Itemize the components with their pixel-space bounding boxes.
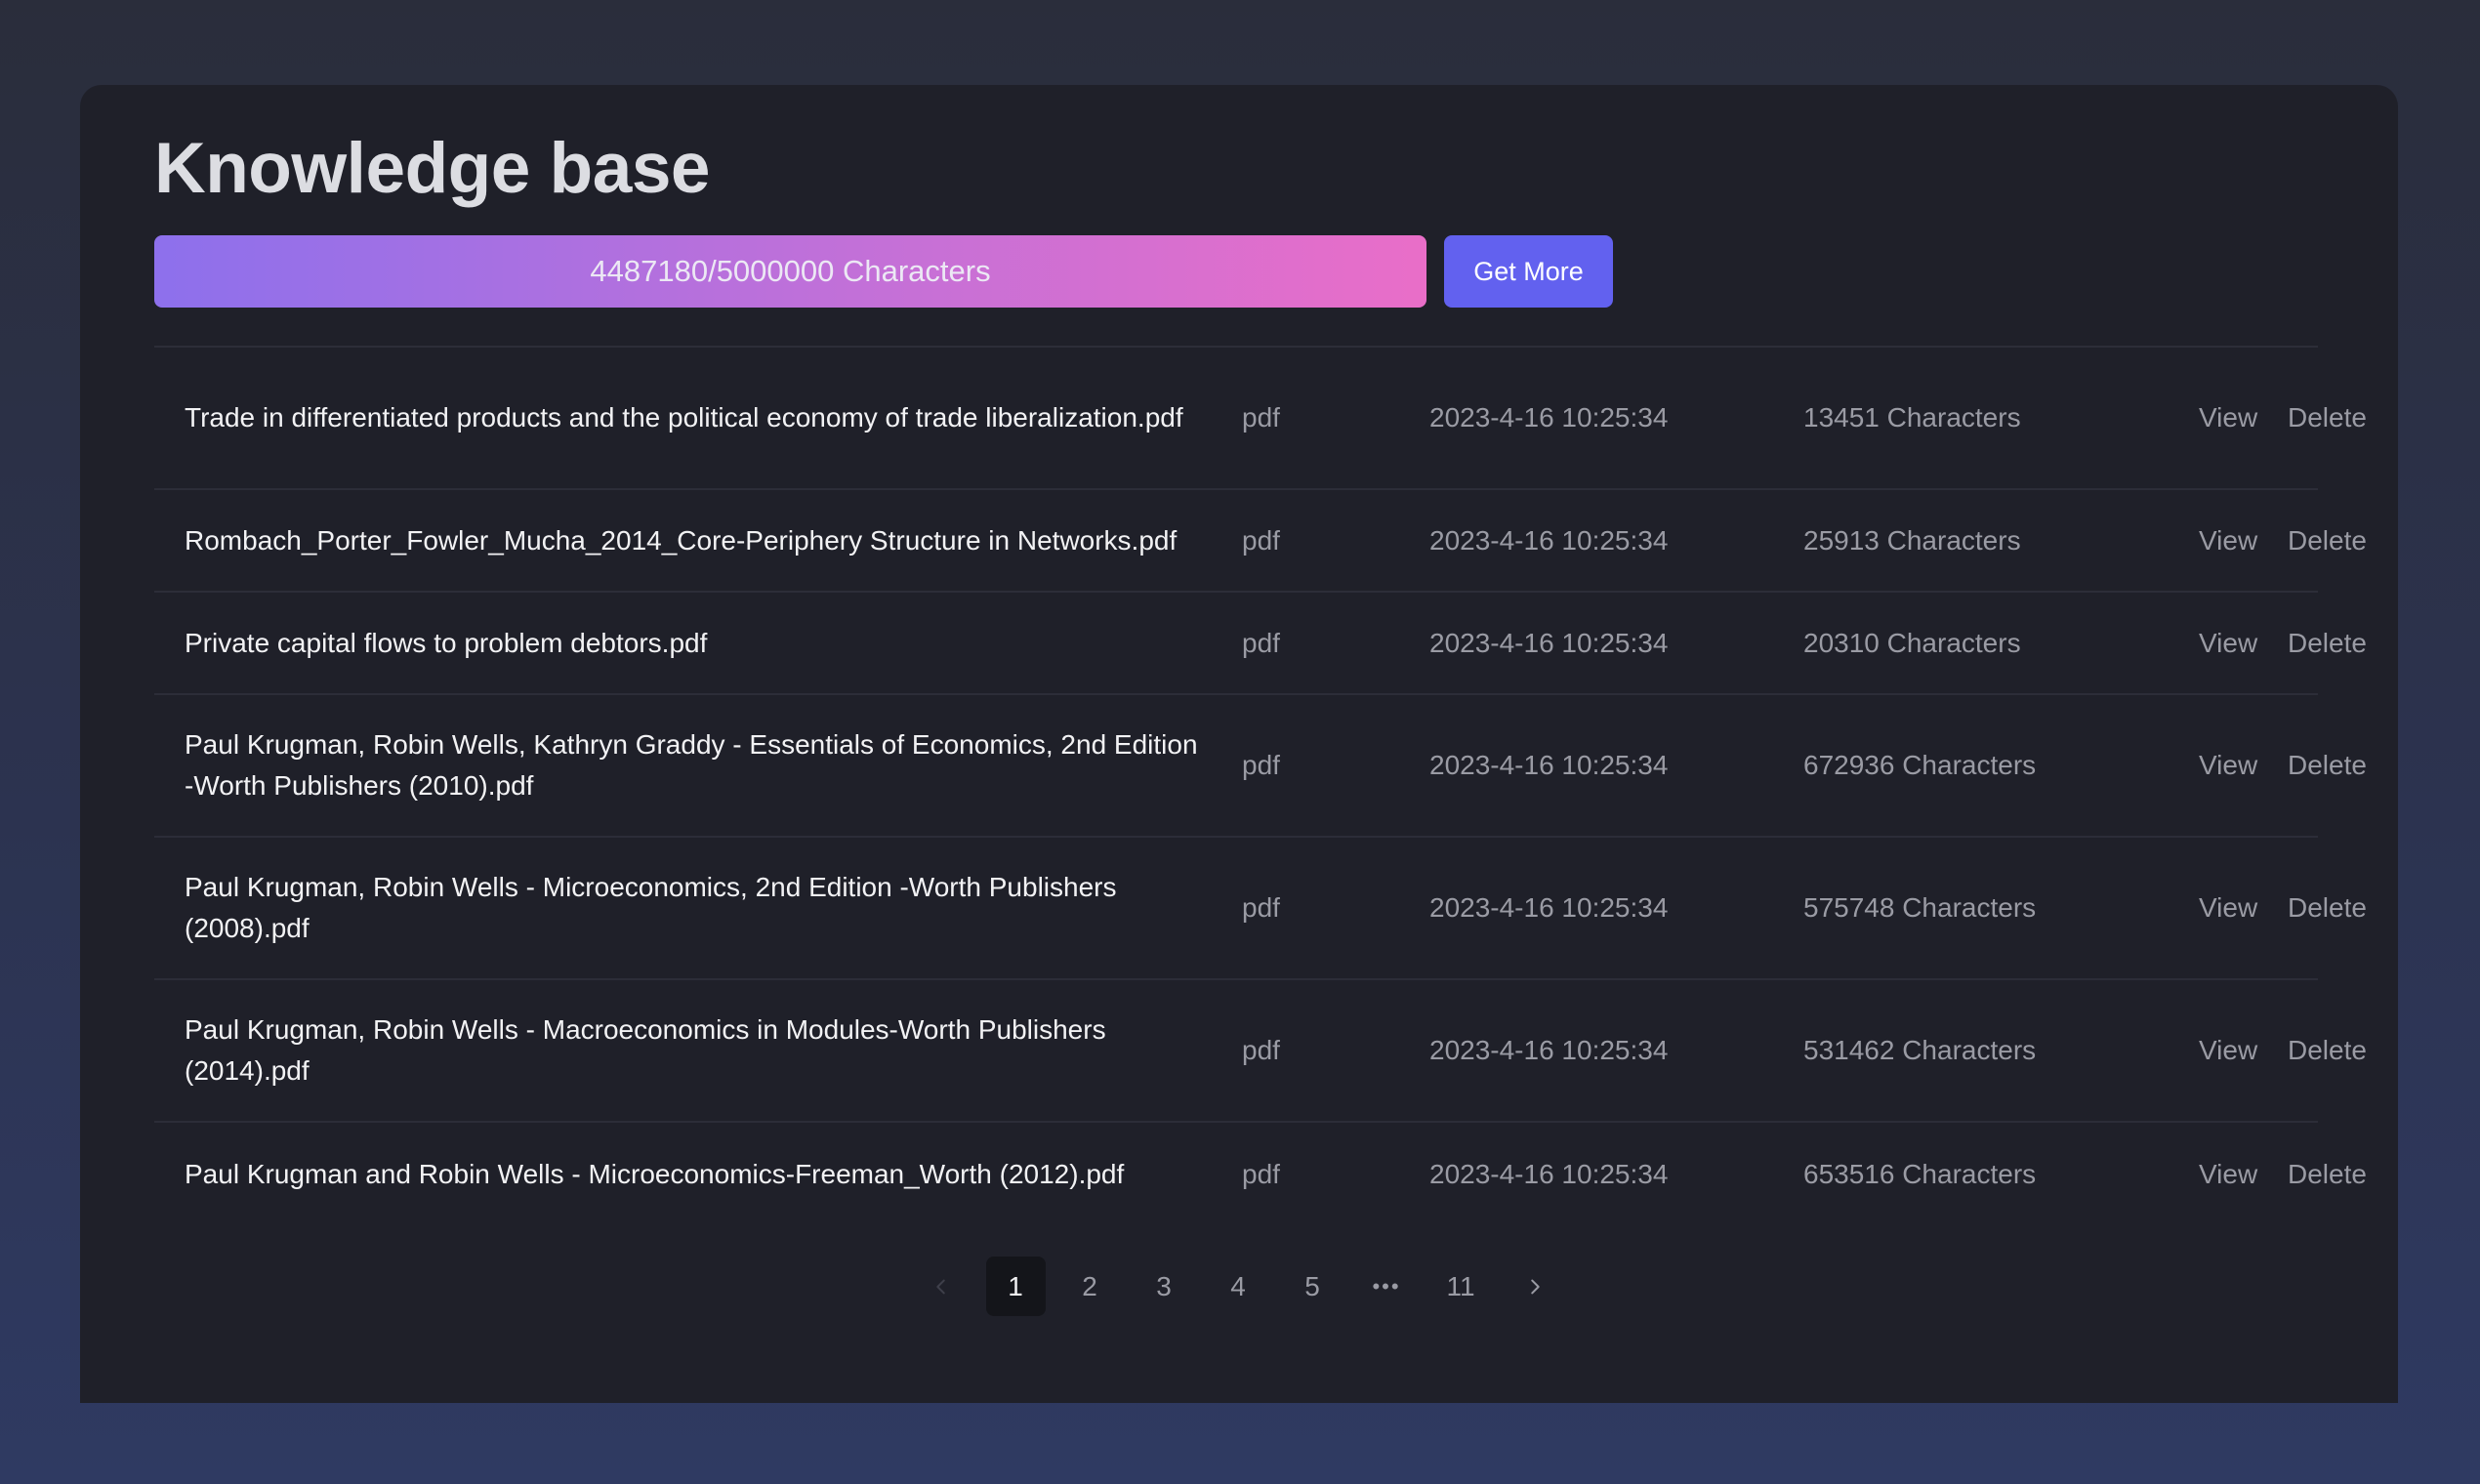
page-ellipsis[interactable]: ••• [1357, 1257, 1417, 1316]
file-type: pdf [1242, 524, 1280, 556]
file-date: 2023-4-16 10:25:34 [1429, 750, 1669, 780]
table-row: Paul Krugman, Robin Wells - Microeconomi… [154, 838, 2367, 980]
file-name: Paul Krugman and Robin Wells - Microecon… [185, 1158, 1125, 1189]
view-link[interactable]: View [2199, 520, 2257, 561]
table-row: Rombach_Porter_Fowler_Mucha_2014_Core-Pe… [154, 490, 2367, 593]
knowledge-base-panel: Knowledge base 4487180/5000000 Character… [80, 85, 2398, 1403]
file-date: 2023-4-16 10:25:34 [1429, 402, 1669, 433]
file-name: Trade in differentiated products and the… [185, 402, 1183, 433]
page-button-1[interactable]: 1 [985, 1257, 1046, 1316]
view-link[interactable]: View [2199, 1030, 2257, 1071]
file-type: pdf [1242, 627, 1280, 658]
file-date: 2023-4-16 10:25:34 [1429, 1158, 1669, 1189]
delete-link[interactable]: Delete [2288, 623, 2367, 664]
view-link[interactable]: View [2199, 397, 2257, 438]
file-date: 2023-4-16 10:25:34 [1429, 892, 1669, 923]
file-character-count: 20310 Characters [1803, 627, 2021, 658]
file-character-count: 531462 Characters [1803, 1035, 2037, 1065]
file-character-count: 672936 Characters [1803, 750, 2037, 780]
file-type: pdf [1242, 402, 1280, 433]
view-link[interactable]: View [2199, 887, 2257, 928]
file-type: pdf [1242, 1035, 1280, 1065]
table-row: Paul Krugman, Robin Wells - Macroeconomi… [154, 980, 2367, 1123]
view-link[interactable]: View [2199, 745, 2257, 786]
page-title: Knowledge base [154, 129, 711, 208]
view-link[interactable]: View [2199, 1154, 2257, 1195]
chevron-left-icon[interactable] [912, 1257, 971, 1316]
page-button-5[interactable]: 5 [1283, 1257, 1343, 1316]
view-link[interactable]: View [2199, 623, 2257, 664]
file-type: pdf [1242, 750, 1280, 780]
file-type: pdf [1242, 1158, 1280, 1189]
file-date: 2023-4-16 10:25:34 [1429, 627, 1669, 658]
delete-link[interactable]: Delete [2288, 520, 2367, 561]
page-button-3[interactable]: 3 [1135, 1257, 1194, 1316]
chevron-right-icon[interactable] [1506, 1257, 1565, 1316]
file-character-count: 13451 Characters [1803, 402, 2021, 433]
page-button-2[interactable]: 2 [1060, 1257, 1120, 1316]
table-row: Private capital flows to problem debtors… [154, 593, 2367, 695]
file-character-count: 653516 Characters [1803, 1158, 2037, 1189]
file-name: Paul Krugman, Robin Wells, Kathryn Gradd… [185, 729, 1198, 801]
table-row: Paul Krugman, Robin Wells, Kathryn Gradd… [154, 695, 2367, 838]
file-character-count: 575748 Characters [1803, 892, 2037, 923]
file-date: 2023-4-16 10:25:34 [1429, 524, 1669, 556]
file-date: 2023-4-16 10:25:34 [1429, 1035, 1669, 1065]
delete-link[interactable]: Delete [2288, 397, 2367, 438]
delete-link[interactable]: Delete [2288, 887, 2367, 928]
file-name: Paul Krugman, Robin Wells - Macroeconomi… [185, 1014, 1106, 1086]
delete-link[interactable]: Delete [2288, 745, 2367, 786]
get-more-button[interactable]: Get More [1444, 235, 1613, 308]
delete-link[interactable]: Delete [2288, 1154, 2367, 1195]
file-character-count: 25913 Characters [1803, 524, 2021, 556]
character-usage-bar: 4487180/5000000 Characters [154, 235, 1426, 308]
file-table: Trade in differentiated products and the… [154, 346, 2367, 1225]
file-name: Rombach_Porter_Fowler_Mucha_2014_Core-Pe… [185, 524, 1178, 556]
delete-link[interactable]: Delete [2288, 1030, 2367, 1071]
page-button-4[interactable]: 4 [1209, 1257, 1268, 1316]
table-row: Paul Krugman and Robin Wells - Microecon… [154, 1123, 2367, 1225]
file-type: pdf [1242, 892, 1280, 923]
usage-label: 4487180/5000000 Characters [590, 254, 991, 288]
file-name: Private capital flows to problem debtors… [185, 627, 708, 658]
pagination: 1 2 3 4 5 ••• 11 [80, 1257, 2398, 1316]
file-name: Paul Krugman, Robin Wells - Microeconomi… [185, 872, 1117, 943]
table-row: Trade in differentiated products and the… [154, 348, 2367, 490]
page-button-last[interactable]: 11 [1431, 1257, 1491, 1316]
